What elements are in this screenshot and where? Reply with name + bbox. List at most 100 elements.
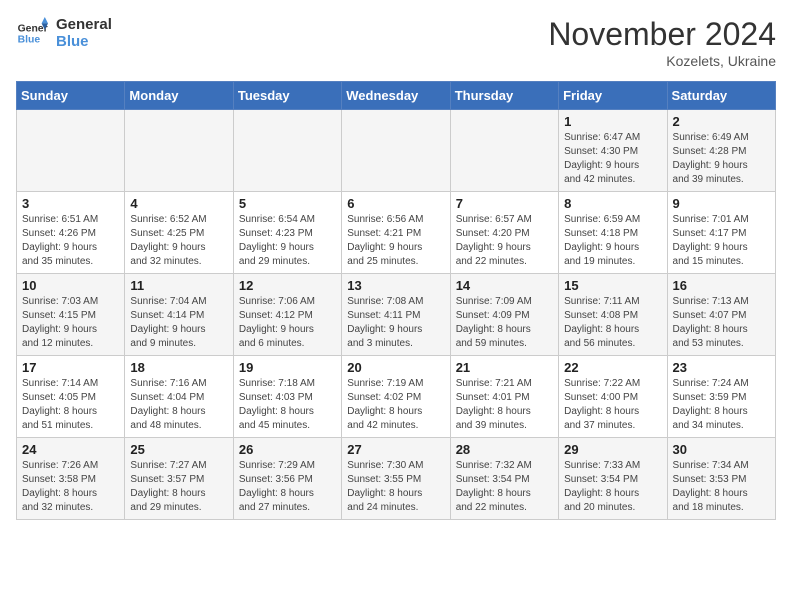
calendar-cell [17, 110, 125, 192]
day-number: 5 [239, 196, 336, 211]
calendar-cell: 11 Sunrise: 7:04 AMSunset: 4:14 PMDayligh… [125, 274, 233, 356]
calendar-cell: 29 Sunrise: 7:33 AMSunset: 3:54 PMDayligh… [559, 438, 667, 520]
calendar-cell: 15 Sunrise: 7:11 AMSunset: 4:08 PMDayligh… [559, 274, 667, 356]
day-info: Sunrise: 7:16 AMSunset: 4:04 PMDaylight:… [130, 377, 227, 433]
calendar-cell: 9 Sunrise: 7:01 AMSunset: 4:17 PMDaylight… [667, 192, 775, 274]
logo: General Blue General Blue [16, 16, 112, 50]
calendar-cell: 10 Sunrise: 7:03 AMSunset: 4:15 PMDayligh… [17, 274, 125, 356]
calendar-cell [125, 110, 233, 192]
calendar-cell: 30Sunrise: 7:34 AMSunset: 3:53 PMDayligh… [667, 438, 775, 520]
header-row: SundayMondayTuesdayWednesdayThursdayFrid… [17, 82, 776, 110]
calendar-cell: 27 Sunrise: 7:30 AMSunset: 3:55 PMDayligh… [342, 438, 450, 520]
day-number: 26 [239, 442, 336, 457]
calendar-cell: 26 Sunrise: 7:29 AMSunset: 3:56 PMDayligh… [233, 438, 341, 520]
day-number: 10 [22, 278, 119, 293]
day-info: Sunrise: 7:14 AMSunset: 4:05 PMDaylight:… [22, 377, 119, 433]
day-info: Sunrise: 7:04 AMSunset: 4:14 PMDaylight:… [130, 295, 227, 351]
day-number: 17 [22, 360, 119, 375]
calendar-cell: 6Sunrise: 6:56 AMSunset: 4:21 PMDaylight… [342, 192, 450, 274]
day-number: 18 [130, 360, 227, 375]
calendar-cell: 4Sunrise: 6:52 AMSunset: 4:25 PMDaylight… [125, 192, 233, 274]
header-day: Wednesday [342, 82, 450, 110]
day-number: 4 [130, 196, 227, 211]
month-title: November 2024 [548, 16, 776, 53]
day-info: Sunrise: 6:57 AMSunset: 4:20 PMDaylight:… [456, 213, 553, 269]
day-info: Sunrise: 7:22 AMSunset: 4:00 PMDaylight:… [564, 377, 661, 433]
day-info: Sunrise: 7:08 AMSunset: 4:11 PMDaylight:… [347, 295, 444, 351]
day-info: Sunrise: 6:54 AMSunset: 4:23 PMDaylight:… [239, 213, 336, 269]
calendar-cell: 13 Sunrise: 7:08 AMSunset: 4:11 PMDayligh… [342, 274, 450, 356]
day-info: Sunrise: 7:29 AMSunset: 3:56 PMDaylight:… [239, 459, 336, 515]
calendar-cell: 2 Sunrise: 6:49 AMSunset: 4:28 PMDaylight… [667, 110, 775, 192]
day-number: 14 [456, 278, 553, 293]
day-number: 29 [564, 442, 661, 457]
calendar-cell: 7Sunrise: 6:57 AMSunset: 4:20 PMDaylight… [450, 192, 558, 274]
day-number: 27 [347, 442, 444, 457]
svg-text:Blue: Blue [18, 35, 41, 46]
page-header: General Blue General Blue November 2024 … [16, 16, 776, 69]
header-day: Friday [559, 82, 667, 110]
day-number: 2 [673, 114, 770, 129]
calendar-cell: 8 Sunrise: 6:59 AMSunset: 4:18 PMDaylight… [559, 192, 667, 274]
day-info: Sunrise: 6:51 AMSunset: 4:26 PMDaylight:… [22, 213, 119, 269]
day-number: 23 [673, 360, 770, 375]
logo-icon: General Blue [16, 17, 48, 49]
calendar-cell: 3 Sunrise: 6:51 AMSunset: 4:26 PMDaylight… [17, 192, 125, 274]
calendar-cell: 25Sunrise: 7:27 AMSunset: 3:57 PMDayligh… [125, 438, 233, 520]
day-number: 11 [130, 278, 227, 293]
calendar-week-row: 24Sunrise: 7:26 AMSunset: 3:58 PMDayligh… [17, 438, 776, 520]
day-number: 24 [22, 442, 119, 457]
day-info: Sunrise: 7:27 AMSunset: 3:57 PMDaylight:… [130, 459, 227, 515]
day-info: Sunrise: 7:33 AMSunset: 3:54 PMDaylight:… [564, 459, 661, 515]
day-number: 16 [673, 278, 770, 293]
calendar-week-row: 1 Sunrise: 6:47 AMSunset: 4:30 PMDaylight… [17, 110, 776, 192]
day-info: Sunrise: 7:03 AMSunset: 4:15 PMDaylight:… [22, 295, 119, 351]
calendar-cell: 21Sunrise: 7:21 AMSunset: 4:01 PMDayligh… [450, 356, 558, 438]
day-number: 20 [347, 360, 444, 375]
day-info: Sunrise: 7:09 AMSunset: 4:09 PMDaylight:… [456, 295, 553, 351]
day-info: Sunrise: 6:47 AMSunset: 4:30 PMDaylight:… [564, 131, 661, 187]
calendar-cell: 1 Sunrise: 6:47 AMSunset: 4:30 PMDaylight… [559, 110, 667, 192]
day-info: Sunrise: 7:11 AMSunset: 4:08 PMDaylight:… [564, 295, 661, 351]
calendar-cell: 22Sunrise: 7:22 AMSunset: 4:00 PMDayligh… [559, 356, 667, 438]
calendar-cell: 17 Sunrise: 7:14 AMSunset: 4:05 PMDayligh… [17, 356, 125, 438]
calendar-cell: 14 Sunrise: 7:09 AMSunset: 4:09 PMDayligh… [450, 274, 558, 356]
day-number: 9 [673, 196, 770, 211]
header-day: Thursday [450, 82, 558, 110]
day-number: 8 [564, 196, 661, 211]
day-number: 30 [673, 442, 770, 457]
calendar-cell: 24Sunrise: 7:26 AMSunset: 3:58 PMDayligh… [17, 438, 125, 520]
calendar-week-row: 3 Sunrise: 6:51 AMSunset: 4:26 PMDaylight… [17, 192, 776, 274]
day-number: 13 [347, 278, 444, 293]
day-number: 1 [564, 114, 661, 129]
title-block: November 2024 Kozelets, Ukraine [548, 16, 776, 69]
day-number: 15 [564, 278, 661, 293]
day-info: Sunrise: 7:19 AMSunset: 4:02 PMDaylight:… [347, 377, 444, 433]
calendar-cell [342, 110, 450, 192]
day-number: 19 [239, 360, 336, 375]
logo-line2: Blue [56, 33, 112, 50]
calendar-cell: 23 Sunrise: 7:24 AMSunset: 3:59 PMDayligh… [667, 356, 775, 438]
day-info: Sunrise: 6:49 AMSunset: 4:28 PMDaylight:… [673, 131, 770, 187]
day-info: Sunrise: 7:21 AMSunset: 4:01 PMDaylight:… [456, 377, 553, 433]
day-info: Sunrise: 7:18 AMSunset: 4:03 PMDaylight:… [239, 377, 336, 433]
day-info: Sunrise: 7:30 AMSunset: 3:55 PMDaylight:… [347, 459, 444, 515]
calendar-cell: 28Sunrise: 7:32 AMSunset: 3:54 PMDayligh… [450, 438, 558, 520]
day-info: Sunrise: 7:24 AMSunset: 3:59 PMDaylight:… [673, 377, 770, 433]
day-number: 6 [347, 196, 444, 211]
day-info: Sunrise: 7:06 AMSunset: 4:12 PMDaylight:… [239, 295, 336, 351]
day-number: 3 [22, 196, 119, 211]
day-number: 28 [456, 442, 553, 457]
header-day: Tuesday [233, 82, 341, 110]
day-info: Sunrise: 7:13 AMSunset: 4:07 PMDaylight:… [673, 295, 770, 351]
calendar-week-row: 17 Sunrise: 7:14 AMSunset: 4:05 PMDayligh… [17, 356, 776, 438]
calendar-cell [450, 110, 558, 192]
calendar-cell [233, 110, 341, 192]
day-number: 12 [239, 278, 336, 293]
header-day: Saturday [667, 82, 775, 110]
calendar-cell: 19 Sunrise: 7:18 AMSunset: 4:03 PMDayligh… [233, 356, 341, 438]
calendar-table: SundayMondayTuesdayWednesdayThursdayFrid… [16, 81, 776, 520]
day-info: Sunrise: 7:01 AMSunset: 4:17 PMDaylight:… [673, 213, 770, 269]
day-info: Sunrise: 6:59 AMSunset: 4:18 PMDaylight:… [564, 213, 661, 269]
calendar-cell: 16 Sunrise: 7:13 AMSunset: 4:07 PMDayligh… [667, 274, 775, 356]
